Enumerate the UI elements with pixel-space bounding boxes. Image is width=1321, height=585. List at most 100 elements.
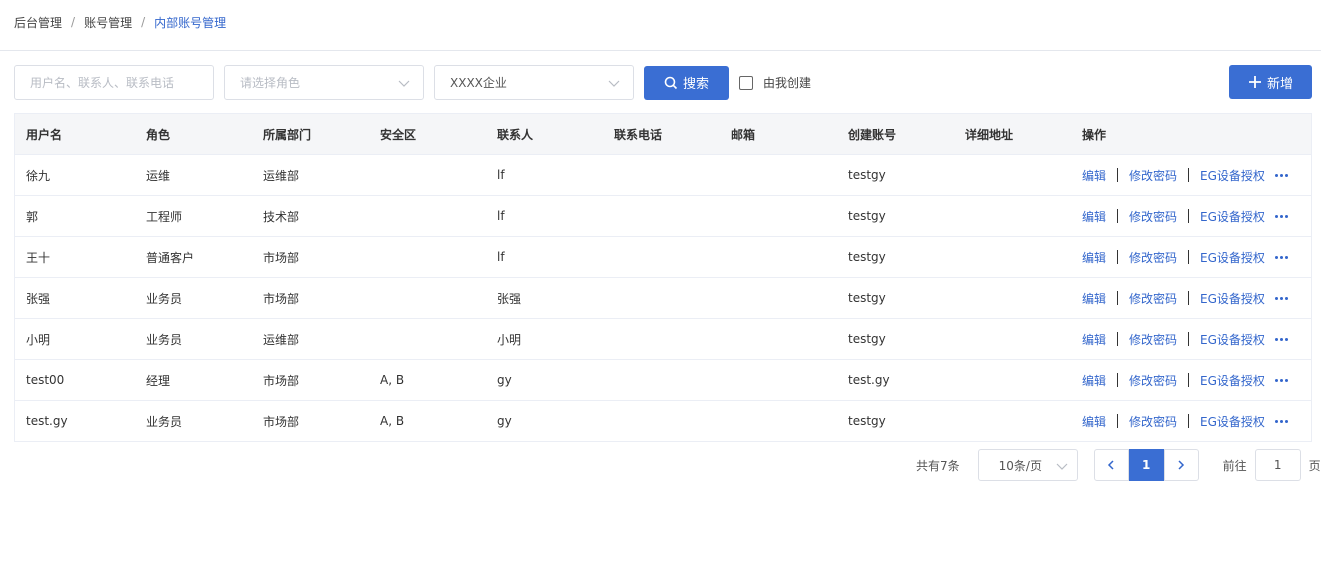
table-cell: 业务员 [146, 332, 183, 347]
table-cell: 王十 [26, 250, 51, 265]
current-page-button[interactable]: 1 [1128, 449, 1164, 481]
table-cell: test.gy [26, 414, 68, 428]
row-actions: 编辑 修改密码 EG设备授权 [1071, 290, 1311, 307]
row-actions: 编辑 修改密码 EG设备授权 [1071, 413, 1311, 430]
table-cell: 市场部 [263, 373, 300, 388]
more-dots-icon[interactable] [1274, 255, 1288, 259]
goto-label: 前往 [1222, 458, 1247, 473]
row-actions: 编辑 修改密码 EG设备授权 [1071, 331, 1311, 348]
eg-device-auth-link[interactable]: EG设备授权 [1200, 290, 1265, 307]
table-cell: test.gy [848, 373, 890, 387]
table-row: 郭 工程师 技术部 lf testgy 编辑 修改密码 EG设备授权 [15, 195, 1311, 236]
edit-link[interactable]: 编辑 [1082, 372, 1106, 389]
eg-device-auth-link[interactable]: EG设备授权 [1200, 167, 1265, 184]
eg-device-auth-link[interactable]: EG设备授权 [1200, 413, 1265, 430]
column-header: 邮箱 [731, 127, 756, 142]
table-cell: 徐九 [26, 168, 51, 183]
created-by-me-checkbox[interactable] [739, 75, 753, 90]
edit-link[interactable]: 编辑 [1082, 413, 1106, 430]
filter-bar: 用户名、联系人、联系电话 请选择角色 XXXX企业 搜索 由我创建 [14, 65, 811, 100]
row-actions: 编辑 修改密码 EG设备授权 [1071, 167, 1311, 184]
action-separator [1188, 414, 1190, 428]
more-dots-icon[interactable] [1274, 378, 1288, 382]
more-dots-icon[interactable] [1274, 419, 1288, 423]
breadcrumb-item-admin[interactable]: 后台管理 [14, 14, 62, 31]
table-cell: 运维 [146, 168, 171, 183]
page-size-value: 10条/页 [998, 458, 1042, 473]
keyword-search-input[interactable]: 用户名、联系人、联系电话 [14, 65, 214, 100]
edit-link[interactable]: 编辑 [1082, 249, 1106, 266]
total-count: 共有7条 [916, 458, 960, 473]
edit-link[interactable]: 编辑 [1082, 208, 1106, 225]
eg-device-auth-link[interactable]: EG设备授权 [1200, 331, 1265, 348]
column-header: 角色 [146, 127, 171, 142]
table-cell: 小明 [497, 332, 522, 347]
table-cell: testgy [848, 250, 886, 264]
change-password-link[interactable]: 修改密码 [1129, 413, 1177, 430]
table-cell: lf [497, 250, 505, 264]
change-password-link[interactable]: 修改密码 [1129, 372, 1177, 389]
change-password-link[interactable]: 修改密码 [1129, 208, 1177, 225]
table-cell: 张强 [26, 291, 51, 306]
breadcrumb: 后台管理 / 账号管理 / 内部账号管理 [14, 13, 226, 31]
action-separator [1117, 209, 1119, 223]
table-cell: 技术部 [263, 209, 300, 224]
table-cell: testgy [848, 291, 886, 305]
table-row: 小明 业务员 运维部 小明 testgy 编辑 修改密码 EG设备授权 [15, 318, 1311, 359]
table-cell: 市场部 [263, 291, 300, 306]
table-cell: A, B [380, 414, 405, 428]
enterprise-select[interactable]: XXXX企业 [434, 65, 634, 100]
action-separator [1188, 332, 1190, 346]
change-password-link[interactable]: 修改密码 [1129, 331, 1177, 348]
table-cell: 业务员 [146, 414, 183, 429]
table-cell: 郭 [26, 209, 39, 224]
column-header: 所属部门 [263, 127, 312, 142]
enterprise-select-value: XXXX企业 [450, 76, 507, 90]
action-separator [1188, 373, 1190, 387]
table-cell: A, B [380, 373, 405, 387]
more-dots-icon[interactable] [1274, 337, 1288, 341]
table-cell: 市场部 [263, 250, 300, 265]
action-separator [1188, 209, 1190, 223]
edit-link[interactable]: 编辑 [1082, 167, 1106, 184]
chevron-down-icon [608, 80, 620, 87]
change-password-link[interactable]: 修改密码 [1129, 167, 1177, 184]
next-page-button[interactable] [1163, 449, 1199, 481]
eg-device-auth-link[interactable]: EG设备授权 [1200, 249, 1265, 266]
search-button-label: 搜索 [682, 77, 709, 92]
column-header: 操作 [1082, 127, 1107, 142]
edit-link[interactable]: 编辑 [1082, 290, 1106, 307]
eg-device-auth-link[interactable]: EG设备授权 [1200, 208, 1265, 225]
breadcrumb-item-accounts[interactable]: 账号管理 [84, 14, 132, 31]
action-separator [1188, 250, 1190, 264]
breadcrumb-separator: / [141, 15, 146, 29]
change-password-link[interactable]: 修改密码 [1129, 290, 1177, 307]
edit-link[interactable]: 编辑 [1082, 331, 1106, 348]
breadcrumb-item-internal-accounts: 内部账号管理 [154, 15, 227, 30]
table-header: 用户名 角色 所属部门 安全区 联系人 联系电话 邮箱 创建账号 详细地址 操作 [15, 114, 1311, 154]
more-dots-icon[interactable] [1274, 173, 1288, 177]
table-cell: 业务员 [146, 291, 183, 306]
table-body: 徐九 运维 运维部 lf testgy 编辑 修改密码 EG设备授权郭工程师 技术部 lf test… [15, 154, 1311, 441]
created-by-me-filter[interactable]: 由我创建 [739, 74, 811, 91]
add-button[interactable]: 新增 [1229, 65, 1312, 99]
table-cell: testgy [848, 209, 886, 223]
pagination: 共有7条 10条/页 1 前往 1 页 [916, 449, 1321, 481]
goto-page-input[interactable]: 1 [1254, 449, 1301, 481]
action-separator [1117, 250, 1119, 264]
more-dots-icon[interactable] [1274, 214, 1288, 218]
chevron-left-icon [1108, 460, 1114, 470]
breadcrumb-separator: / [71, 15, 76, 29]
page-size-select[interactable]: 10条/页 [977, 449, 1078, 481]
eg-device-auth-link[interactable]: EG设备授权 [1200, 372, 1265, 389]
row-actions: 编辑 修改密码 EG设备授权 [1071, 208, 1311, 225]
table-cell: testgy [848, 414, 886, 428]
table-cell: 运维部 [263, 332, 300, 347]
action-separator [1117, 291, 1119, 305]
role-select[interactable]: 请选择角色 [224, 65, 424, 100]
search-button[interactable]: 搜索 [644, 65, 729, 100]
table-cell: 普通客户 [146, 250, 195, 265]
more-dots-icon[interactable] [1274, 296, 1288, 300]
prev-page-button[interactable] [1093, 449, 1129, 481]
change-password-link[interactable]: 修改密码 [1129, 249, 1177, 266]
